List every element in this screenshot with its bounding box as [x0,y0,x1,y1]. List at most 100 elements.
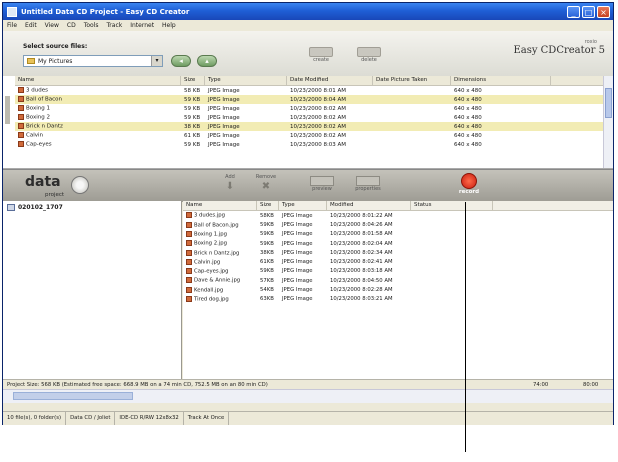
image-file-icon [186,212,192,219]
splitter-scroll[interactable] [3,84,13,168]
table-row[interactable]: Boxing 1 59 KB JPEG Image 10/23/2000 8:02 A… [15,104,613,113]
table-cell: 59 KB [181,97,205,103]
source-folder-select[interactable]: My Pictures ▾ [23,55,163,67]
cell-text: Kendall.jpg [194,287,224,294]
remove-button[interactable]: Remove ✖ [251,174,281,198]
chevron-down-icon[interactable]: ▾ [151,56,162,66]
cell-text: 58 KB [184,87,201,94]
cell-text: JPEG Image [282,240,313,247]
file-name-cell: Cap-eyes.jpg [183,268,257,275]
back-button[interactable]: ◂ [171,55,191,67]
table-row[interactable]: Boxing 1.jpg 59KB JPEG Image 10/23/2000 8:0… [183,230,613,239]
menu-cd[interactable]: CD [67,22,76,29]
up-folder-button[interactable]: ▴ [197,55,217,67]
record-button[interactable]: record [451,173,487,200]
table-row[interactable]: Brick n Dantz 38 KB JPEG Image 10/23/2000 8… [15,122,613,131]
table-cell: 10/23/2000 8:03:21 AM [327,296,411,302]
add-button[interactable]: Add ⬇ [215,174,245,198]
cell-text: Ball of Bacon [26,96,63,103]
image-file-icon [186,268,192,275]
col-size[interactable]: Size [257,201,279,210]
delete-button[interactable]: delete [355,47,383,65]
col-date-picture-taken[interactable]: Date Picture Taken [373,76,451,85]
minimize-button[interactable]: _ [567,5,580,18]
table-cell: JPEG Image [279,287,327,293]
create-folder-button[interactable]: create [307,47,335,65]
table-cell: 640 x 480 [451,124,551,130]
table-cell: JPEG Image [205,106,287,112]
cell-text: 3 dudes.jpg [194,212,226,219]
image-file-icon [18,141,24,148]
image-file-icon [18,105,24,112]
tree-root-node[interactable]: 020102_1707 [7,204,181,211]
remove-label: Remove [255,174,277,180]
table-row[interactable]: Ball of Bacon 59 KB JPEG Image 10/23/2000 8… [15,95,613,104]
menu-track[interactable]: Track [107,22,123,29]
properties-button[interactable]: properties [353,174,383,198]
col-name[interactable]: Name [183,201,257,210]
table-row[interactable]: 3 dudes.jpg 58KB JPEG Image 10/23/2000 8:01… [183,211,613,220]
table-cell: JPEG Image [279,231,327,237]
cell-text: 61 KB [184,132,201,139]
menu-file[interactable]: File [7,22,17,29]
table-cell: JPEG Image [205,97,287,103]
col-modified[interactable]: Modified [327,201,411,210]
menu-help[interactable]: Help [162,22,176,29]
table-row[interactable]: Cap-eyes 59 KB JPEG Image 10/23/2000 8:03 A… [15,140,613,149]
col-name[interactable]: Name [15,76,181,85]
app-window: Untitled Data CD Project - Easy CD Creat… [2,2,614,425]
cell-text: 3 dudes [26,87,48,94]
table-row[interactable]: Ball of Bacon.jpg 59KB JPEG Image 10/23/200… [183,220,613,229]
properties-icon [356,176,380,186]
table-row[interactable]: Boxing 2.jpg 59KB JPEG Image 10/23/2000 8:0… [183,239,613,248]
file-name-cell: Calvin [15,132,181,139]
close-button[interactable]: × [597,5,610,18]
table-row[interactable]: 3 dudes 58 KB JPEG Image 10/23/2000 8:01 AM… [15,86,613,95]
record-label: record [458,189,480,195]
cell-text: 10/23/2000 8:04:50 AM [330,277,393,284]
table-row[interactable]: Dave & Annie.jpg 57KB JPEG Image 10/23/2000… [183,276,613,285]
table-row[interactable]: Kendall.jpg 54KB JPEG Image 10/23/2000 8:02… [183,285,613,294]
file-name-cell: Boxing 2 [15,114,181,121]
cell-text: 10/23/2000 8:02:28 AM [330,287,393,294]
col-dimensions[interactable]: Dimensions [451,76,551,85]
table-cell: JPEG Image [279,222,327,228]
source-file-list: Name Size Type Date Modified Date Pictur… [3,76,613,169]
table-cell: 58KB [257,213,279,219]
status-bar: 10 file(s), 0 folder(s) Data CD / Joliet… [3,411,613,425]
cell-text: 640 x 480 [454,105,482,112]
source-list-scrollbar[interactable] [603,76,613,168]
menu-edit[interactable]: Edit [25,22,37,29]
disc-icon[interactable] [71,176,89,194]
table-row[interactable]: Cap-eyes.jpg 59KB JPEG Image 10/23/2000 8:0… [183,267,613,276]
project-toolbar: data project Add ⬇ Remove ✖ preview prop… [3,169,613,202]
brand-name: roxio [584,39,597,45]
col-status[interactable]: Status [411,201,493,210]
col-date-modified[interactable]: Date Modified [287,76,373,85]
source-panel: Select source files: My Pictures ▾ ◂ ▴ c… [3,31,613,77]
col-type[interactable]: Type [205,76,287,85]
cell-text: 10/23/2000 8:03:21 AM [330,296,393,303]
table-row[interactable]: Calvin.jpg 61KB JPEG Image 10/23/2000 8:02:… [183,257,613,266]
cell-text: 58KB [260,212,274,219]
preview-icon [310,176,334,186]
table-row[interactable]: Tired dog.jpg 63KB JPEG Image 10/23/2000 8:… [183,295,613,304]
menu-internet[interactable]: Internet [130,22,154,29]
table-row[interactable]: Boxing 2 59 KB JPEG Image 10/23/2000 8:02 A… [15,113,613,122]
maximize-button[interactable]: □ [582,5,595,18]
table-row[interactable]: Brick n Dantz.jpg 38KB JPEG Image 10/23/200… [183,248,613,257]
menu-tools[interactable]: Tools [84,22,99,29]
project-title: data [25,174,61,190]
col-size[interactable]: Size [181,76,205,85]
cell-text: Calvin.jpg [194,259,221,266]
horizontal-scrollbar[interactable] [3,389,613,403]
image-file-icon [18,114,24,121]
menu-view[interactable]: View [45,22,59,29]
table-row[interactable]: Calvin 61 KB JPEG Image 10/23/2000 8:02 AM 6… [15,131,613,140]
col-type[interactable]: Type [279,201,327,210]
preview-button[interactable]: preview [307,174,337,198]
table-cell: 61 KB [181,133,205,139]
cell-text: 10/23/2000 8:02 AM [290,132,347,139]
cell-text: Boxing 1 [26,105,50,112]
table-cell: 59KB [257,231,279,237]
